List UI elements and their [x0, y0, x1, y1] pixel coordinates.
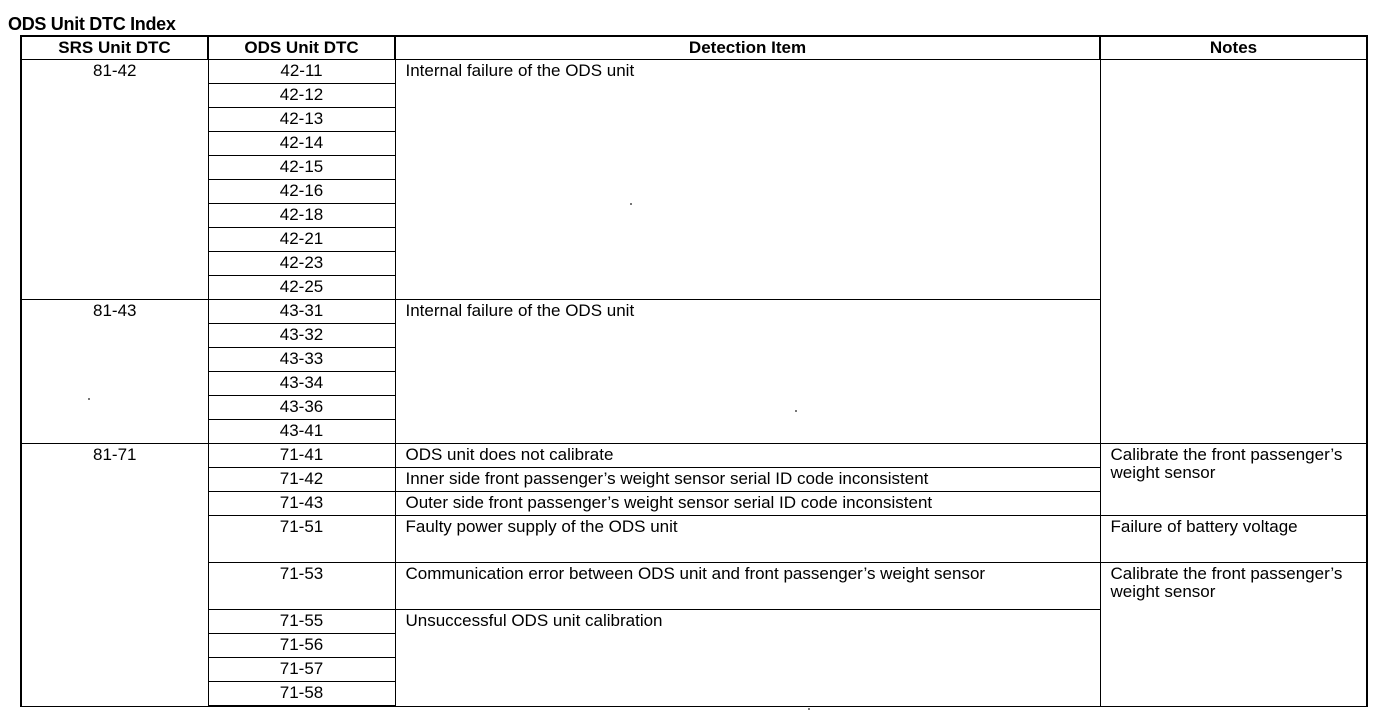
notes-cell: Calibrate the front passenger’s weight s…: [1099, 562, 1368, 707]
ods-dtc-cell: 71-41: [207, 443, 396, 468]
detection-item-cell: ODS unit does not calibrate: [394, 443, 1101, 468]
ods-dtc-cell: 42-18: [207, 203, 396, 228]
detection-item-cell: Unsuccessful ODS unit calibration: [394, 609, 1101, 707]
notes-cell: Calibrate the front passenger’s weight s…: [1099, 443, 1368, 516]
ods-dtc-cell: 71-56: [207, 633, 396, 658]
ods-dtc-cell: 42-12: [207, 83, 396, 108]
detection-item-cell: Faulty power supply of the ODS unit: [394, 515, 1101, 563]
ods-dtc-cell: 71-57: [207, 657, 396, 682]
notes-cell: Failure of battery voltage: [1099, 515, 1368, 563]
scan-speck: [630, 203, 632, 205]
detection-item-cell: Internal failure of the ODS unit: [394, 299, 1101, 444]
ods-dtc-cell: 42-14: [207, 131, 396, 156]
ods-dtc-cell: 71-53: [207, 562, 396, 610]
ods-dtc-cell: 43-33: [207, 347, 396, 372]
detection-item-cell: Internal failure of the ODS unit: [394, 59, 1101, 300]
notes-cell-empty: [1099, 59, 1368, 444]
detection-item-cell: Communication error between ODS unit and…: [394, 562, 1101, 610]
page-title: ODS Unit DTC Index: [8, 14, 176, 34]
ods-dtc-cell: 42-25: [207, 275, 396, 300]
ods-dtc-cell: 42-16: [207, 179, 396, 204]
header-notes: Notes: [1099, 35, 1368, 60]
srs-dtc-cell: 81-43: [20, 299, 209, 444]
header-ods-unit-dtc: ODS Unit DTC: [207, 35, 396, 60]
ods-dtc-cell: 42-13: [207, 107, 396, 132]
scan-speck: [795, 410, 797, 412]
scan-speck: [88, 398, 90, 400]
ods-dtc-cell: 42-23: [207, 251, 396, 276]
ods-dtc-cell: 71-42: [207, 467, 396, 492]
header-detection-item: Detection Item: [394, 35, 1101, 60]
ods-dtc-cell: 71-55: [207, 609, 396, 634]
ods-dtc-cell: 71-51: [207, 515, 396, 563]
ods-dtc-cell: 43-34: [207, 371, 396, 396]
table-row: 81-71 71-41 ODS unit does not calibrate …: [20, 443, 1368, 707]
ods-dtc-cell: 42-11: [207, 59, 396, 84]
srs-dtc-cell: 81-42: [20, 59, 209, 300]
detection-item-cell: Inner side front passenger’s weight sens…: [394, 467, 1101, 492]
table-row: 81-42 42-11 Internal failure of the ODS …: [20, 59, 1368, 444]
ods-dtc-cell: 71-58: [207, 681, 396, 707]
ods-dtc-cell: 43-32: [207, 323, 396, 348]
srs-dtc-cell: 81-71: [20, 443, 209, 707]
ods-dtc-cell: 43-41: [207, 419, 396, 444]
ods-dtc-cell: 42-21: [207, 227, 396, 252]
ods-dtc-cell: 43-36: [207, 395, 396, 420]
table-row: 71-51 Faulty power supply of the ODS uni…: [21, 515, 1368, 563]
table-header-row: SRS Unit DTC ODS Unit DTC Detection Item…: [20, 35, 1368, 60]
dtc-index-table: SRS Unit DTC ODS Unit DTC Detection Item…: [20, 35, 1368, 707]
ods-dtc-cell: 43-31: [207, 299, 396, 324]
table-row: 71-53 Communication error between ODS un…: [21, 562, 1368, 707]
scan-speck: [808, 708, 810, 710]
ods-dtc-cell: 71-43: [207, 491, 396, 516]
ods-dtc-cell: 42-15: [207, 155, 396, 180]
header-srs-unit-dtc: SRS Unit DTC: [20, 35, 209, 60]
detection-item-cell: Outer side front passenger’s weight sens…: [394, 491, 1101, 516]
